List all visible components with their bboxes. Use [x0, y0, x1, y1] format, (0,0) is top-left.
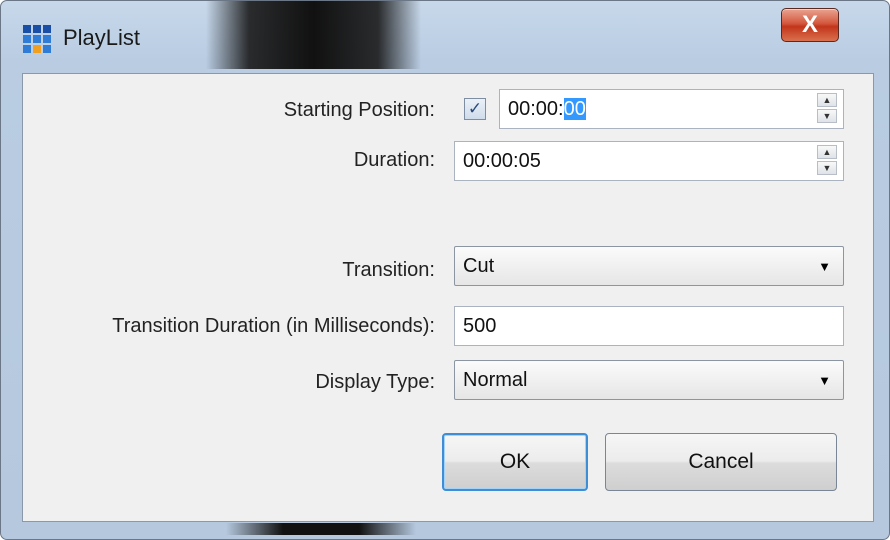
- app-icon-square: [43, 25, 51, 33]
- chevron-down-icon: ▼: [818, 259, 831, 274]
- ok-button[interactable]: OK: [442, 433, 588, 491]
- app-icon-square: [33, 35, 41, 43]
- app-grid-icon: [23, 25, 53, 53]
- duration-value: 00:00:05: [463, 150, 541, 172]
- duration-label: Duration:: [353, 149, 435, 171]
- duration-spinner[interactable]: ▲ ▼: [817, 145, 839, 177]
- starting-position-input[interactable]: 00:00:00 ▲ ▼: [499, 89, 844, 129]
- spin-down-icon[interactable]: ▼: [817, 161, 837, 175]
- starting-position-label: Starting Position:: [283, 99, 435, 121]
- app-icon-square: [43, 35, 51, 43]
- starting-position-value: 00:00:00: [508, 98, 586, 120]
- spin-down-icon[interactable]: ▼: [817, 109, 837, 123]
- cancel-button[interactable]: Cancel: [605, 433, 837, 491]
- display-type-dropdown[interactable]: Normal ▼: [454, 360, 844, 400]
- selected-seconds: 00: [563, 98, 586, 120]
- app-icon-square: [23, 45, 31, 53]
- close-icon: X: [801, 11, 818, 38]
- app-icon-square: [23, 35, 31, 43]
- spin-up-icon[interactable]: ▲: [817, 145, 837, 159]
- transition-duration-value: 500: [463, 315, 497, 337]
- app-icon-square: [43, 45, 51, 53]
- app-icon-square: [33, 45, 41, 53]
- app-icon-square: [33, 25, 41, 33]
- transition-value: Cut: [463, 255, 495, 277]
- title-bar[interactable]: PlayList X: [1, 1, 889, 73]
- transition-dropdown[interactable]: Cut ▼: [454, 246, 844, 286]
- display-type-value: Normal: [463, 369, 528, 391]
- transition-duration-input[interactable]: 500: [454, 306, 844, 346]
- playlist-dialog: PlayList X Starting Position: ✓ 00:00:00…: [0, 0, 890, 540]
- duration-input[interactable]: 00:00:05 ▲ ▼: [454, 141, 844, 181]
- title-bar-shadow: [206, 1, 421, 69]
- transition-duration-label: Transition Duration (in Milliseconds):: [112, 315, 435, 337]
- transition-label: Transition:: [342, 259, 435, 281]
- bottom-shadow: [226, 523, 416, 535]
- starting-position-checkbox[interactable]: ✓: [464, 98, 486, 120]
- display-type-label: Display Type:: [315, 371, 435, 393]
- window-title: PlayList: [63, 25, 141, 50]
- chevron-down-icon: ▼: [818, 373, 831, 388]
- close-button[interactable]: X: [781, 8, 839, 42]
- spin-up-icon[interactable]: ▲: [817, 93, 837, 107]
- checkmark-icon: ✓: [467, 99, 483, 118]
- starting-position-spinner[interactable]: ▲ ▼: [817, 93, 839, 125]
- app-icon-square: [23, 25, 31, 33]
